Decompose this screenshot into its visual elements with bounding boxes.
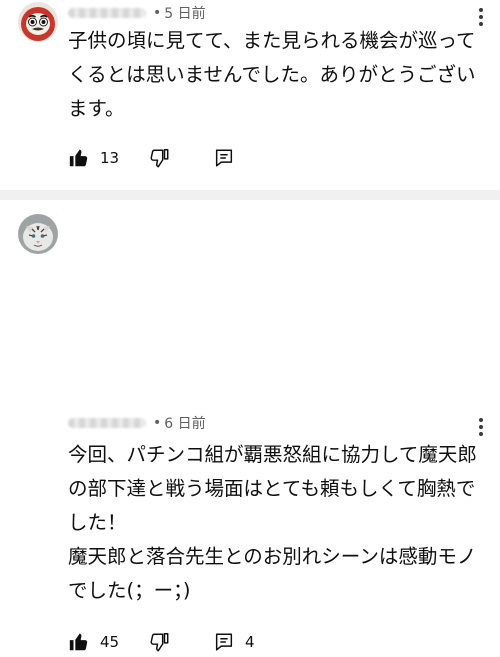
- reply-count: 4: [245, 633, 255, 651]
- reply-button[interactable]: [213, 147, 245, 169]
- meta-separator: •: [153, 415, 162, 431]
- blurred-author-name[interactable]: [68, 418, 146, 428]
- comment-actions: 13: [68, 143, 245, 173]
- comment-time[interactable]: 5 日前: [164, 3, 205, 23]
- comment-text: 今回、パチンコ組が覇悪怒組に協力して魔天郎 の部下達と戦う場面はとても頼もしくて…: [68, 443, 477, 602]
- comment-actions: 45 4: [68, 627, 255, 657]
- like-button[interactable]: 45: [68, 631, 148, 653]
- comment-item: • 6 日前 今回、パチンコ組が覇悪怒組に協力して魔天郎 の部下達と戦う場面はと…: [0, 200, 500, 652]
- dislike-button[interactable]: [148, 147, 213, 169]
- thumbs-down-icon: [148, 147, 170, 169]
- dislike-button[interactable]: [148, 631, 213, 653]
- thumbs-down-icon: [148, 631, 170, 653]
- reply-icon: [213, 147, 235, 169]
- comment-item: • 5 日前 子供の頃に見てて、また見られる機会が巡って くるとは思いませんでし…: [0, 0, 500, 190]
- daruma-avatar-icon[interactable]: [18, 2, 58, 42]
- meta-separator: •: [153, 5, 162, 21]
- like-count: 45: [100, 633, 120, 651]
- white-tiger-avatar-icon[interactable]: [18, 214, 58, 254]
- comment-meta: • 5 日前: [68, 3, 206, 23]
- thumbs-up-icon: [68, 147, 90, 169]
- comment-divider: [0, 190, 500, 200]
- reply-button[interactable]: 4: [213, 631, 255, 653]
- like-button[interactable]: 13: [68, 147, 148, 169]
- comment-time[interactable]: 6 日前: [164, 413, 205, 433]
- comment-meta: • 6 日前: [68, 413, 206, 433]
- more-vert-icon[interactable]: [478, 418, 484, 436]
- comment-text: 子供の頃に見てて、また見られる機会が巡って くるとは思いませんでした。ありがとう…: [68, 29, 476, 120]
- blurred-author-name[interactable]: [68, 8, 146, 18]
- reply-icon: [213, 631, 235, 653]
- thumbs-up-icon: [68, 631, 90, 653]
- like-count: 13: [100, 149, 120, 167]
